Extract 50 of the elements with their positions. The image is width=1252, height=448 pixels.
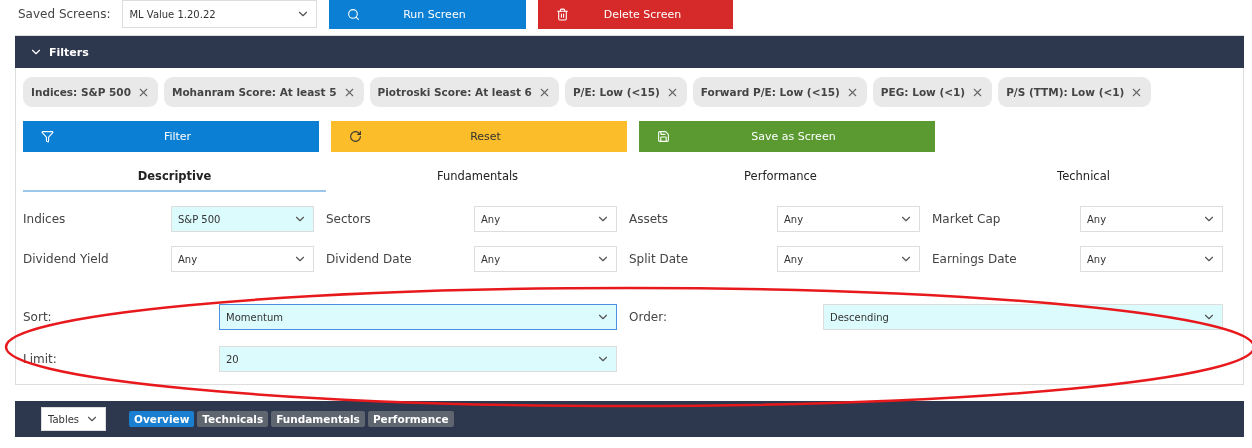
select-field[interactable]: Any bbox=[777, 206, 920, 232]
field-label: Market Cap bbox=[932, 212, 1001, 226]
filter-chip[interactable]: PEG: Low (<1) bbox=[872, 77, 993, 107]
tab[interactable]: Performance bbox=[629, 162, 932, 192]
select-field[interactable]: Tables bbox=[41, 407, 106, 431]
field-label: Earnings Date bbox=[932, 252, 1017, 266]
field-label: Assets bbox=[629, 212, 669, 226]
table-tab[interactable]: Fundamentals bbox=[271, 411, 365, 427]
filters-title: Filters bbox=[49, 45, 89, 59]
table-tab[interactable]: Technicals bbox=[197, 411, 269, 427]
action-button[interactable]: Delete Screen bbox=[538, 0, 734, 29]
select-field[interactable]: Descending bbox=[823, 304, 1223, 330]
table-tab[interactable]: Overview bbox=[129, 411, 195, 427]
field-label: Dividend Yield bbox=[23, 252, 109, 266]
action-button[interactable]: Reset bbox=[331, 121, 627, 152]
tab[interactable]: Descriptive bbox=[23, 162, 326, 192]
tab[interactable]: Technical bbox=[932, 162, 1235, 192]
action-button[interactable]: Run Screen bbox=[329, 0, 527, 29]
field-label: Split Date bbox=[629, 252, 689, 266]
select-field[interactable]: Any bbox=[1080, 206, 1223, 232]
filters-header[interactable]: Filters bbox=[15, 36, 1244, 68]
select-field[interactable]: Momentum bbox=[219, 304, 617, 330]
field-label: Sectors bbox=[326, 212, 371, 226]
select-field[interactable]: Any bbox=[474, 246, 617, 272]
reset-icon bbox=[349, 130, 362, 143]
search-icon bbox=[347, 7, 361, 21]
field-label: Order: bbox=[629, 310, 667, 324]
field-label: Dividend Date bbox=[326, 252, 412, 266]
select-field[interactable]: Any bbox=[777, 246, 920, 272]
select-field[interactable]: ML Value 1.20.22 bbox=[122, 0, 318, 28]
filter-chip[interactable]: P/E: Low (<15) bbox=[564, 77, 687, 107]
field-label: Saved Screens: bbox=[18, 7, 111, 21]
filter-icon bbox=[41, 130, 54, 143]
field-label: Sort: bbox=[23, 310, 52, 324]
select-field[interactable]: Any bbox=[474, 206, 617, 232]
select-field[interactable]: Any bbox=[171, 246, 314, 272]
select-field[interactable]: Any bbox=[1080, 246, 1223, 272]
filter-chip[interactable]: P/S (TTM): Low (<1) bbox=[998, 77, 1152, 107]
save-icon bbox=[657, 130, 670, 143]
select-field[interactable]: S&P 500 bbox=[171, 206, 314, 232]
select-field[interactable]: 20 bbox=[219, 346, 617, 372]
trash-icon bbox=[556, 7, 570, 21]
field-label: Indices bbox=[23, 212, 66, 226]
filter-chip[interactable]: Indices: S&P 500 bbox=[23, 77, 158, 107]
action-button[interactable]: Filter bbox=[23, 121, 319, 152]
filter-chip[interactable]: Mohanram Score: At least 5 bbox=[163, 77, 364, 107]
filter-chip[interactable]: Piotroski Score: At least 6 bbox=[369, 77, 559, 107]
tab[interactable]: Fundamentals bbox=[326, 162, 629, 192]
table-tab[interactable]: Performance bbox=[367, 411, 454, 427]
filter-chip[interactable]: Forward P/E: Low (<15) bbox=[692, 77, 867, 107]
